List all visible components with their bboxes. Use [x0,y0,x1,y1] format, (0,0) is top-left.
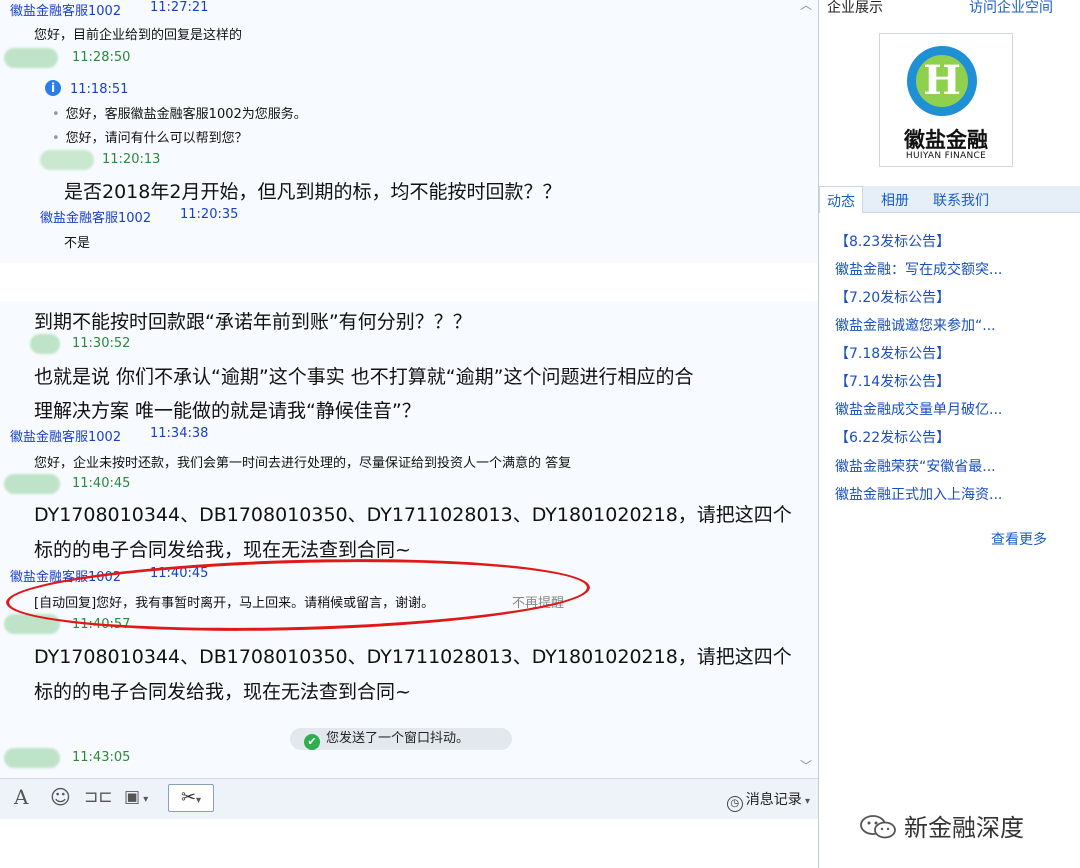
message-text: 您好，目前企业给到的回复是这样的 [34,28,243,43]
blurred-username [30,334,60,354]
message-text: DY1708010344、DB1708010350、DY1711028013、D… [34,646,792,668]
message-time: 11:20:35 [180,207,239,222]
news-item[interactable]: 徽盐金融：写在成交额突... [835,259,1002,279]
notice-text: 您发送了一个窗口抖动。 [326,731,470,746]
company-showcase-label: 企业展示 [827,0,883,16]
watermark: 新金融深度 [858,808,1024,843]
message-time: 11:43:05 [72,750,131,765]
sidebar-tabs: 动态 相册 联系我们 [819,186,1080,213]
message-text: 标的的电子合同发给我，现在无法查到合同~ [34,539,411,561]
tab-album[interactable]: 相册 [881,190,909,210]
scissors-icon: ✂ [180,787,197,808]
info-icon: i [45,80,61,96]
wechat-icon [860,815,896,839]
view-more-link[interactable]: 查看更多 [991,529,1047,549]
message-text: 您好，请问有什么可以帮到您？ [52,127,248,146]
clock-icon: ◷ [726,796,743,812]
news-item[interactable]: 【7.14发标公告】 [835,371,950,391]
blurred-username [4,748,60,768]
news-item[interactable]: 【7.18发标公告】 [835,343,950,363]
message-text: 理解决方案 唯一能做的就是请我“静候佳音”？ [34,400,421,422]
tab-news[interactable]: 动态 [819,186,863,213]
message-history-button[interactable]: ◷ 消息记录 ▾ [726,789,810,812]
history-gap [0,263,818,301]
message-time: 11:27:21 [150,0,209,15]
visit-company-space-link[interactable]: 访问企业空间 [969,0,1053,17]
check-icon: ✔ [304,734,320,750]
logo-letter: H [916,55,968,107]
chevron-down-icon[interactable]: ﹀ [800,757,812,774]
message-time: 11:40:45 [72,476,131,491]
company-logo: H 徽盐金融 HUIYAN FINANCE [879,33,1013,167]
message-time: 11:18:51 [70,82,129,97]
news-item[interactable]: 徽盐金融正式加入上海资... [835,484,1002,504]
news-item[interactable]: 【8.23发标公告】 [835,231,950,251]
sidebar-header: 企业展示 访问企业空间 [819,0,1080,20]
news-item[interactable]: 徽盐金融成交量单月破亿... [835,399,1002,419]
logo-emblem: H [907,46,977,116]
message-time: 11:20:13 [102,152,161,167]
shake-icon[interactable]: ⊐⊏ [84,787,113,807]
message-input-area[interactable] [0,819,818,868]
logo-english-name: HUIYAN FINANCE [905,151,987,161]
message-text: 不是 [64,236,91,251]
window-shake-notice: ✔ 您发送了一个窗口抖动。 [290,728,512,750]
message-text: 您好，客服徽盐金融客服1002为您服务。 [52,103,307,122]
message-time: 11:28:50 [72,50,131,65]
sender-name: 徽盐金融客服1002 [10,430,122,445]
blurred-username [4,474,60,494]
sender-name: 徽盐金融客服1002 [10,4,122,19]
input-toolbar: A ☺ ⊐⊏ ▣ ▾ ✂▾ ◷ 消息记录 ▾ [0,778,818,819]
company-sidebar: 企业展示 访问企业空间 H 徽盐金融 HUIYAN FINANCE 动态 相册 … [819,0,1080,868]
watermark-text: 新金融深度 [904,814,1024,842]
message-text: DY1708010344、DB1708010350、DY1711028013、D… [34,504,792,526]
emoji-icon[interactable]: ☺ [50,785,71,809]
image-icon[interactable]: ▣ ▾ [124,787,148,807]
chevron-up-icon[interactable]: ︿ [800,0,812,13]
message-text: 到期不能按时回款跟“承诺年前到账”有何分别？？？ [34,311,472,333]
message-text: 是否2018年2月开始，但凡到期的标，均不能按时回款？？ [64,181,562,203]
font-icon[interactable]: A [14,785,28,809]
history-label: 消息记录 [745,792,802,808]
tab-contact[interactable]: 联系我们 [933,190,989,210]
news-item[interactable]: 【6.22发标公告】 [835,427,950,447]
news-item[interactable]: 徽盐金融荣获“安徽省最... [835,456,996,476]
screenshot-button[interactable]: ✂▾ [168,784,214,812]
message-time: 11:30:52 [72,336,131,351]
news-item[interactable]: 徽盐金融诚邀您来参加“... [835,315,996,335]
logo-chinese-name: 徽盐金融 [904,128,988,152]
blurred-username [4,48,58,68]
message-text: 您好，企业未按时还款，我们会第一时间去进行处理的，尽量保证给到投资人一个满意的 … [34,456,572,471]
news-item[interactable]: 【7.20发标公告】 [835,287,950,307]
message-text: 也就是说 你们不承认“逾期”这个事实 也不打算就“逾期”这个问题进行相应的合 [34,366,694,388]
blurred-username [40,150,94,170]
sender-name: 徽盐金融客服1002 [40,211,152,226]
message-text: 标的的电子合同发给我，现在无法查到合同~ [34,681,411,703]
message-time: 11:34:38 [150,426,209,441]
chat-history-pane[interactable]: 徽盐金融客服1002 11:27:21 您好，目前企业给到的回复是这样的 11:… [0,0,818,778]
